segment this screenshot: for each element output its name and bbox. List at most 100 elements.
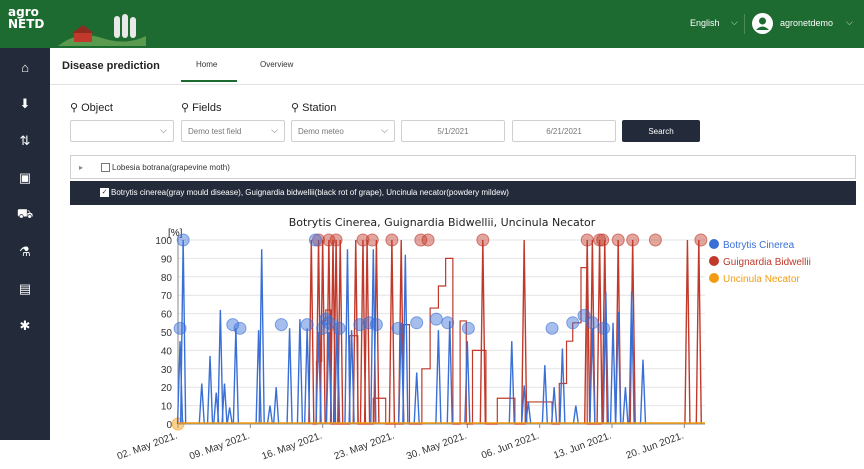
download-icon[interactable]: ⬇ xyxy=(12,93,38,115)
page-header: Disease prediction Home Overview xyxy=(50,48,864,85)
chevron-down-icon[interactable]: ⌵ xyxy=(731,17,738,28)
data-point xyxy=(274,318,288,332)
series-spike xyxy=(303,328,311,425)
legend-label: Botrytis Cinerea xyxy=(723,240,795,251)
accordion-botrytis[interactable]: ✓ Botrytis cinerea(gray mould disease), … xyxy=(70,181,856,205)
series-spike xyxy=(232,328,240,425)
map-pin-icon: ⚲ xyxy=(181,102,190,114)
fields-select-value: Demo test field xyxy=(188,126,242,136)
date-from-input[interactable]: 5/1/2021 xyxy=(401,120,505,142)
data-point xyxy=(441,316,455,330)
data-point xyxy=(648,233,662,247)
data-point xyxy=(626,233,640,247)
search-button[interactable]: Search xyxy=(622,120,700,142)
x-tick-label: 20. Jun 2021. xyxy=(625,430,686,461)
data-point xyxy=(300,318,314,332)
x-tick-label: 09. May 2021. xyxy=(188,430,251,462)
sort-icon[interactable]: ⇅ xyxy=(12,130,38,152)
lobesia-checkbox[interactable] xyxy=(101,163,110,172)
station-label-text: Station xyxy=(302,102,337,114)
x-tick-label: 06. Jun 2021. xyxy=(480,430,541,461)
y-tick-label: 100 xyxy=(155,236,172,247)
date-to-value: 6/21/2021 xyxy=(546,126,582,136)
username-menu[interactable]: agronetdemo xyxy=(780,18,833,28)
series-spike xyxy=(413,372,420,425)
fields-label-text: Fields xyxy=(192,102,222,114)
series-spike xyxy=(198,383,205,425)
data-point xyxy=(429,312,443,326)
data-point xyxy=(566,316,580,330)
data-point xyxy=(391,321,405,335)
expand-icon[interactable]: ▸ xyxy=(79,163,83,172)
y-tick-label: 40 xyxy=(161,346,173,357)
building-icon[interactable]: ▣ xyxy=(12,167,38,189)
series-spike xyxy=(226,407,233,425)
fields-label: ⚲ Fields xyxy=(181,101,221,114)
app-logo[interactable]: agro NETD xyxy=(8,6,46,40)
station-select-value: Demo meteo xyxy=(298,126,344,136)
tractor-icon[interactable]: ⛟ xyxy=(12,204,38,226)
series-spike xyxy=(435,330,442,425)
data-point xyxy=(369,318,383,332)
report-icon[interactable]: ▤ xyxy=(12,278,38,300)
sprayer-icon[interactable]: ⚗ xyxy=(12,241,38,263)
y-tick-label: 70 xyxy=(161,291,173,302)
object-label: ⚲ Object xyxy=(70,101,113,114)
top-bar: agro NETD English ⌵ agronetdemo ⌵ xyxy=(0,0,864,48)
farm-illustration-icon xyxy=(58,14,146,46)
data-point xyxy=(694,233,708,247)
user-avatar-icon[interactable] xyxy=(752,13,773,34)
chevron-down-icon: ⌵ xyxy=(160,125,167,135)
series-spike xyxy=(559,348,566,425)
header-divider xyxy=(744,14,745,34)
sidebar: ⌂ ⬇ ⇅ ▣ ⛟ ⚗ ▤ ✱ xyxy=(0,48,50,440)
y-tick-label: 50 xyxy=(161,328,173,339)
data-point xyxy=(596,233,610,247)
data-point xyxy=(365,233,379,247)
station-select[interactable]: Demo meteo ⌵ xyxy=(291,120,395,142)
data-point xyxy=(233,321,247,335)
accordion-label: Botrytis cinerea(gray mould disease), Gu… xyxy=(111,188,509,197)
data-point xyxy=(585,316,599,330)
series-spike xyxy=(572,405,580,425)
legend-label: Uncinula Necator xyxy=(723,274,800,285)
y-tick-label: 90 xyxy=(161,254,173,265)
x-tick-label: 02. May 2021. xyxy=(116,430,179,462)
chevron-down-icon[interactable]: ⌵ xyxy=(846,17,853,28)
language-select[interactable]: English xyxy=(690,18,720,28)
chevron-down-icon: ⌵ xyxy=(381,125,388,135)
accordion-lobesia[interactable]: ▸ Lobesia botrana(grapevine moth) xyxy=(70,155,856,179)
data-point xyxy=(545,321,559,335)
tab-home[interactable]: Home xyxy=(196,60,217,69)
data-point xyxy=(611,233,625,247)
object-label-text: Object xyxy=(81,102,113,114)
y-tick-label: 80 xyxy=(161,273,173,284)
data-point xyxy=(476,233,490,247)
series-spike xyxy=(541,365,549,425)
fields-select[interactable]: Demo test field ⌵ xyxy=(181,120,285,142)
series-spike xyxy=(206,355,214,425)
home-icon[interactable]: ⌂ xyxy=(12,56,38,78)
legend-dot xyxy=(709,273,719,283)
y-tick-label: 0 xyxy=(166,420,172,431)
data-point xyxy=(421,233,435,247)
x-tick-label: 16. May 2021. xyxy=(260,430,323,462)
series-spike xyxy=(296,319,304,425)
y-tick-label: 20 xyxy=(161,383,173,394)
chart-title: Botrytis Cinerea, Guignardia Bidwellii, … xyxy=(289,216,596,229)
data-point xyxy=(461,321,475,335)
tab-overview[interactable]: Overview xyxy=(260,60,293,69)
series-spike xyxy=(609,322,617,425)
data-point xyxy=(332,321,346,335)
botrytis-checkbox[interactable]: ✓ xyxy=(100,188,109,197)
map-pin-icon: ⚲ xyxy=(291,102,300,114)
chevron-down-icon: ⌵ xyxy=(271,125,278,135)
date-to-input[interactable]: 6/21/2021 xyxy=(512,120,616,142)
settings-icon[interactable]: ✱ xyxy=(12,315,38,337)
data-point xyxy=(176,233,190,247)
active-tab-indicator xyxy=(181,80,237,82)
data-point xyxy=(173,321,187,335)
page-title: Disease prediction xyxy=(62,60,160,72)
y-tick-label: 60 xyxy=(161,310,173,321)
object-select[interactable]: ⌵ xyxy=(70,120,174,142)
